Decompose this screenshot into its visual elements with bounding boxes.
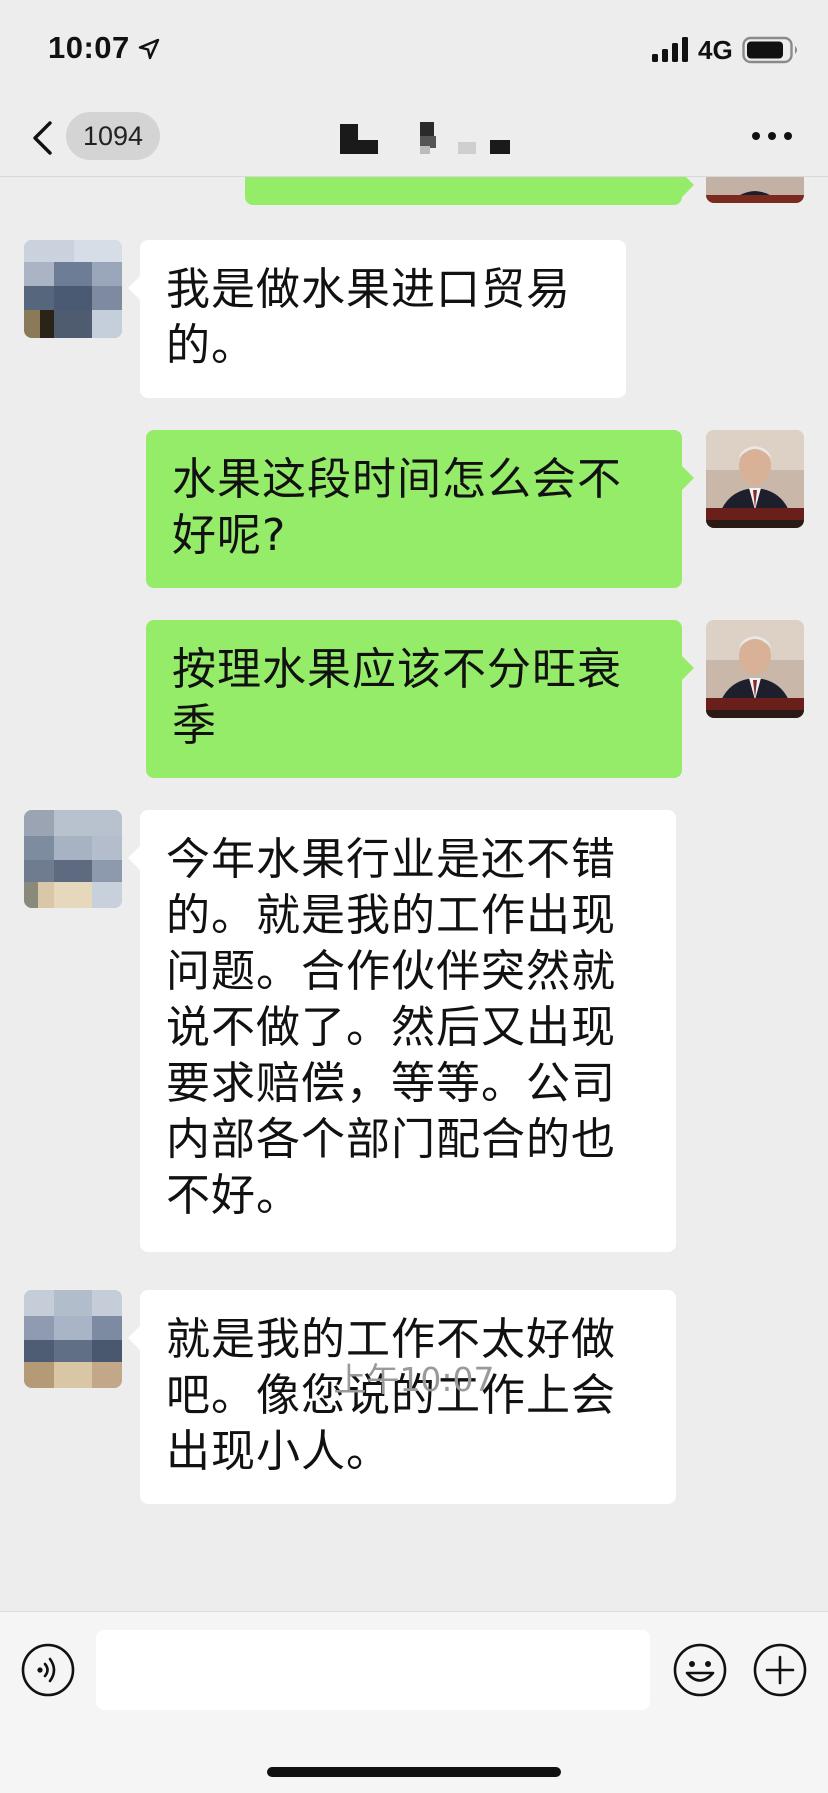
incoming-message-bubble[interactable]: 我是做水果进口贸易的。 [128,240,626,398]
contact-avatar[interactable] [24,240,122,338]
status-time: 10:07 [48,30,130,65]
battery-icon [742,36,797,64]
back-button[interactable]: 1094 [26,112,166,160]
cellular-signal-icon [652,37,688,62]
unread-count-badge: 1094 [66,112,160,160]
my-avatar[interactable] [706,177,804,203]
outgoing-message-bubble[interactable]: 水果这段时间怎么会不好呢? [146,430,694,588]
message-timestamp: 上午10:07 [333,1360,495,1399]
chat-header: 1094 [0,96,828,177]
incoming-message-bubble[interactable]: 今年水果行业是还不错的。就是我的工作出现问题。合作伙伴突然就说不做了。然后又出现… [128,810,676,1252]
status-bar: 10:07 4G [0,0,828,96]
my-avatar[interactable] [706,430,804,528]
location-arrow-icon [138,38,160,60]
more-options-button[interactable] [744,116,800,156]
contact-avatar[interactable] [24,810,122,908]
outgoing-message-bubble[interactable]: 按理水果应该不分旺衰季 [146,620,694,778]
input-bar [0,1611,828,1793]
message-input[interactable] [96,1630,650,1710]
emoji-icon[interactable] [672,1642,728,1698]
chat-title-redacted [340,122,510,154]
cut-off-message-bubble [245,177,694,205]
my-avatar[interactable] [706,620,804,718]
voice-icon[interactable] [20,1642,76,1698]
home-indicator[interactable] [267,1767,561,1777]
network-type: 4G [698,35,733,65]
plus-icon[interactable] [752,1642,808,1698]
message-list[interactable]: 我是做水果进口贸易的。 水果这段时间怎么会不好呢? 按理水果应该不分旺衰季 今年… [0,177,828,1611]
chevron-left-icon [33,121,52,155]
